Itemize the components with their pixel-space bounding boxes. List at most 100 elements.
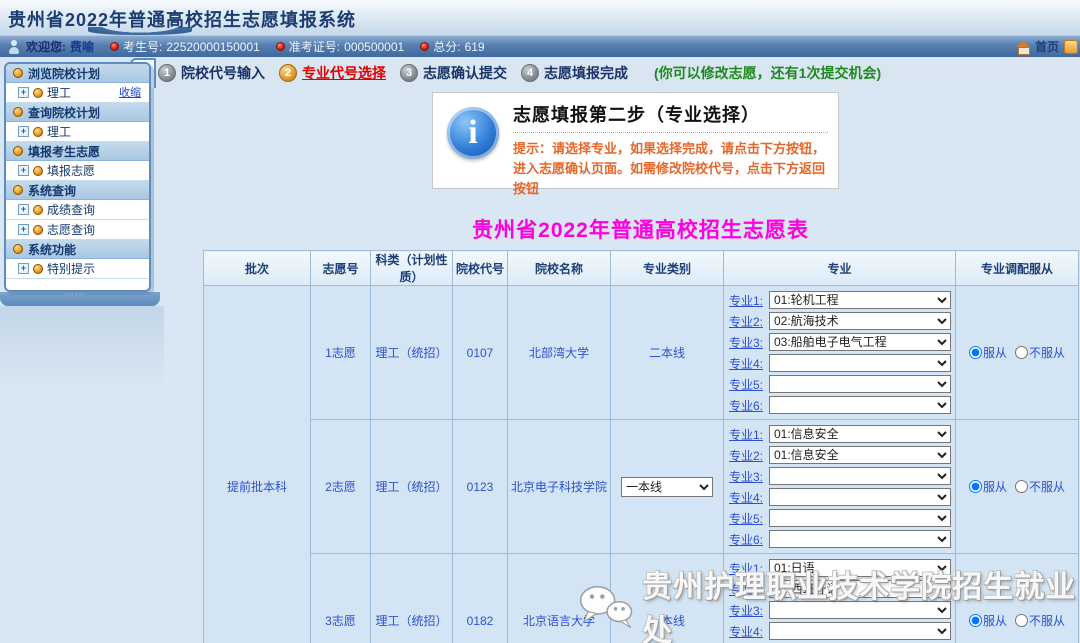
major-line-3: 专业3:03:船舶电子电气工程	[729, 332, 953, 352]
major-select-5[interactable]	[769, 375, 951, 393]
orange-ball-icon	[13, 107, 23, 117]
step-3-label: 志愿确认提交	[423, 63, 507, 83]
not-obey-label[interactable]: 不服从	[1029, 346, 1065, 360]
major-select-5[interactable]	[769, 509, 951, 527]
subject-type-cell: 理工（统招）	[371, 286, 453, 420]
score-value: 619	[465, 40, 485, 54]
not-obey-radio[interactable]	[1015, 614, 1028, 627]
major-label-6[interactable]: 专业6:	[729, 531, 769, 548]
major-line-6: 专业6:	[729, 529, 953, 549]
obey-label[interactable]: 服从	[983, 480, 1007, 494]
obey-radio[interactable]	[969, 346, 982, 359]
major-category-cell: 二本线	[611, 286, 724, 420]
home-icon[interactable]	[1016, 41, 1030, 53]
sidebar-item-理工[interactable]: +理工	[6, 122, 149, 142]
major-select-6[interactable]	[769, 396, 951, 414]
major-select-4[interactable]	[769, 354, 951, 372]
major-label-2[interactable]: 专业2:	[729, 447, 769, 464]
sidebar-item-志愿查询[interactable]: +志愿查询	[6, 220, 149, 240]
obey-radio[interactable]	[969, 614, 982, 627]
column-header: 院校代号	[453, 251, 508, 286]
major-select-1[interactable]: 01:轮机工程	[769, 291, 951, 309]
major-select-4[interactable]	[769, 622, 951, 640]
major-label-6[interactable]: 专业6:	[729, 397, 769, 414]
major-line-4: 专业4:	[729, 353, 953, 373]
welcome-label: 欢迎您:	[26, 38, 66, 55]
collapse-link[interactable]: 收缩	[117, 84, 143, 100]
sidebar-item-成绩查询[interactable]: +成绩查询	[6, 200, 149, 220]
batch-cell: 提前批本科	[204, 286, 311, 643]
major-select-3[interactable]: 03:船舶电子电气工程	[769, 333, 951, 351]
info-icon: i	[447, 107, 499, 159]
sidebar-item-特别提示[interactable]: +特别提示	[6, 259, 149, 279]
expand-plus-icon[interactable]: +	[18, 165, 29, 176]
college-name-cell: 北京电子科技学院	[508, 420, 611, 554]
major-line-1: 专业1:01:日语	[729, 558, 953, 578]
major-label-3[interactable]: 专业3:	[729, 602, 769, 619]
major-select-2[interactable]: 01:信息安全	[769, 446, 951, 464]
major-label-1[interactable]: 专业1:	[729, 426, 769, 443]
tool-icon[interactable]	[1064, 40, 1078, 54]
not-obey-radio[interactable]	[1015, 480, 1028, 493]
not-obey-label[interactable]: 不服从	[1029, 614, 1065, 628]
major-select-1[interactable]: 01:信息安全	[769, 425, 951, 443]
major-label-1[interactable]: 专业1:	[729, 292, 769, 309]
major-label-5[interactable]: 专业5:	[729, 376, 769, 393]
step-3[interactable]: 3 志愿确认提交	[400, 63, 507, 83]
not-obey-label[interactable]: 不服从	[1029, 480, 1065, 494]
sidebar-section-header-4[interactable]: 系统查询	[6, 181, 149, 200]
major-label-2[interactable]: 专业2:	[729, 313, 769, 330]
step-2[interactable]: 2专业代号选择	[279, 63, 386, 83]
major-select-2[interactable]: 02:航海技术	[769, 312, 951, 330]
major-label-4[interactable]: 专业4:	[729, 623, 769, 640]
volunteer-row-3: 3志愿理工（统招）0182北京语言大学一本线专业1:01:日语专业2:02:西班…	[204, 554, 1079, 643]
major-line-2: 专业2:02:航海技术	[729, 311, 953, 331]
major-line-1: 专业1:01:信息安全	[729, 424, 953, 444]
score-segment: 总分: 619	[420, 38, 484, 55]
expand-plus-icon[interactable]: +	[18, 126, 29, 137]
step-4[interactable]: 4志愿填报完成	[521, 63, 628, 83]
home-link[interactable]: 首页	[1035, 38, 1059, 55]
obey-label[interactable]: 服从	[983, 614, 1007, 628]
user-bar: 欢迎您: 费喻 考生号: 22520000150001 准考证号: 000500…	[0, 36, 1080, 57]
title-swoosh-decoration	[88, 27, 192, 35]
sidebar-section-header-1[interactable]: 浏览院校计划	[6, 64, 149, 83]
sidebar-item-填报志愿[interactable]: +填报志愿	[6, 161, 149, 181]
major-line-4: 专业4:	[729, 487, 953, 507]
major-label-3[interactable]: 专业3:	[729, 468, 769, 485]
sidebar-section-header-2[interactable]: 查询院校计划	[6, 103, 149, 122]
major-select-3[interactable]	[769, 467, 951, 485]
not-obey-radio[interactable]	[1015, 346, 1028, 359]
major-select-1[interactable]: 01:日语	[769, 559, 951, 577]
column-header: 科类（计划性质）	[371, 251, 453, 286]
major-select-4[interactable]	[769, 488, 951, 506]
expand-plus-icon[interactable]: +	[18, 204, 29, 215]
expand-plus-icon[interactable]: +	[18, 263, 29, 274]
major-select-2[interactable]: 02:西班牙语	[769, 580, 951, 598]
major-select-6[interactable]	[769, 530, 951, 548]
major-label-1[interactable]: 专业1:	[729, 560, 769, 577]
expand-plus-icon[interactable]: +	[18, 224, 29, 235]
major-select-3[interactable]	[769, 601, 951, 619]
step-3-number-icon: 3	[400, 64, 418, 82]
column-header: 批次	[204, 251, 311, 286]
step2-info-box: i 志愿填报第二步（专业选择） 提示：请选择专业，如果选择完成，请点击下方按钮，…	[432, 92, 839, 189]
obey-radio-group: 服从 不服从	[969, 614, 1065, 628]
obey-cell: 服从 不服从	[956, 420, 1079, 554]
major-label-4[interactable]: 专业4:	[729, 355, 769, 372]
sidebar-section-label: 系统查询	[28, 182, 76, 199]
sidebar-section-header-5[interactable]: 系统功能	[6, 240, 149, 259]
red-dot-icon	[420, 42, 429, 51]
expand-plus-icon[interactable]: +	[18, 87, 29, 98]
sidebar-section-header-3[interactable]: 填报考生志愿	[6, 142, 149, 161]
major-label-4[interactable]: 专业4:	[729, 489, 769, 506]
major-label-3[interactable]: 专业3:	[729, 334, 769, 351]
majors-cell: 专业1:01:轮机工程专业2:02:航海技术专业3:03:船舶电子电气工程专业4…	[724, 286, 956, 420]
step-1[interactable]: 1院校代号输入	[158, 63, 265, 83]
major-label-5[interactable]: 专业5:	[729, 510, 769, 527]
major-label-2[interactable]: 专业2:	[729, 581, 769, 598]
obey-radio[interactable]	[969, 480, 982, 493]
subject-type-cell: 理工（统招）	[371, 554, 453, 643]
major-category-select[interactable]: 一本线	[621, 477, 713, 497]
obey-label[interactable]: 服从	[983, 346, 1007, 360]
